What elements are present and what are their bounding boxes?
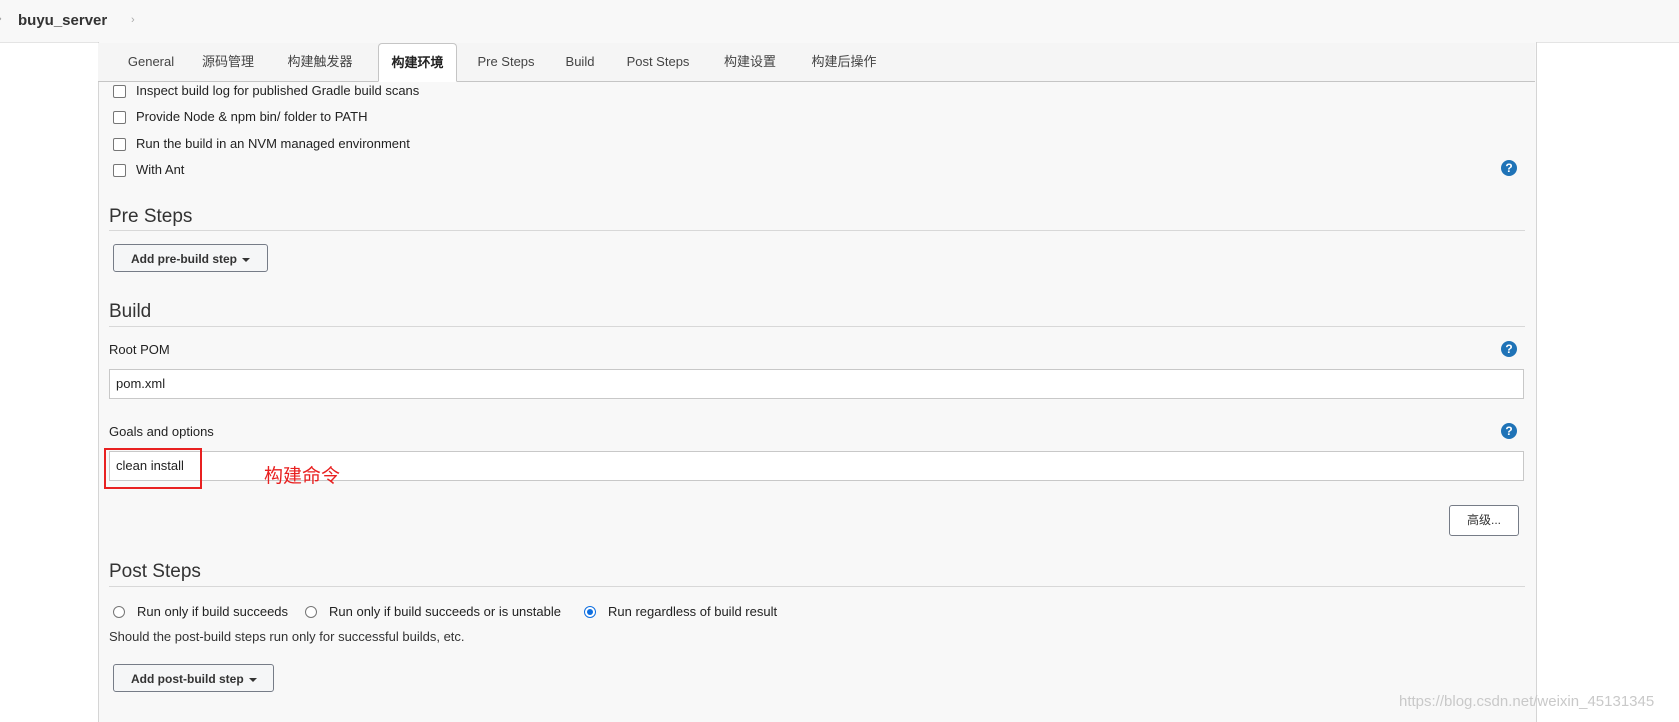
caret-down-icon xyxy=(248,677,257,682)
pre-steps-title: Pre Steps xyxy=(109,206,193,227)
checkbox[interactable] xyxy=(113,164,126,177)
button-label: Add post-build step xyxy=(131,672,244,686)
chevron-left-icon[interactable]: › xyxy=(0,13,2,25)
tab-scm[interactable]: 源码管理 xyxy=(190,43,266,80)
button-label: Add pre-build step xyxy=(131,252,237,266)
radio-button-selected[interactable] xyxy=(584,606,596,618)
chevron-right-icon[interactable]: › xyxy=(131,14,135,26)
tab-pre-steps[interactable]: Pre Steps xyxy=(464,43,548,80)
breadcrumb: › buyu_server › xyxy=(0,0,1679,43)
radio-button[interactable] xyxy=(305,606,317,618)
tab-build-environment[interactable]: 构建环境 xyxy=(378,43,457,82)
annotation-highlight-box xyxy=(104,448,202,489)
post-steps-description: Should the post-build steps run only for… xyxy=(109,629,465,644)
advanced-button[interactable]: 高级... xyxy=(1449,505,1519,536)
option-label: With Ant xyxy=(136,162,185,177)
help-icon[interactable]: ? xyxy=(1501,160,1517,176)
root-pom-input[interactable]: pom.xml xyxy=(109,369,1524,399)
help-icon[interactable]: ? xyxy=(1501,423,1517,439)
radio-label: Run only if build succeeds or is unstabl… xyxy=(329,604,561,619)
tab-general[interactable]: General xyxy=(112,43,190,80)
annotation-text: 构建命令 xyxy=(264,465,341,487)
tab-post-build-actions[interactable]: 构建后操作 xyxy=(798,43,890,80)
breadcrumb-project[interactable]: buyu_server xyxy=(18,12,107,29)
root-pom-label: Root POM xyxy=(109,342,170,357)
add-post-build-step-button[interactable]: Add post-build step xyxy=(113,664,274,692)
watermark: https://blog.csdn.net/weixin_45131345 xyxy=(1399,693,1655,710)
checkbox[interactable] xyxy=(113,85,126,98)
radio-label: Run regardless of build result xyxy=(608,604,778,619)
divider xyxy=(109,586,1525,587)
caret-down-icon xyxy=(242,257,250,262)
option-label: Run the build in an NVM managed environm… xyxy=(136,136,410,151)
config-tabbar: General 源码管理 构建触发器 构建环境 Pre Steps Build … xyxy=(98,43,1535,82)
goals-options-label: Goals and options xyxy=(109,424,214,439)
tab-build-triggers[interactable]: 构建触发器 xyxy=(274,43,366,80)
checkbox[interactable] xyxy=(113,111,126,124)
build-title: Build xyxy=(109,301,152,322)
option-label: Inspect build log for published Gradle b… xyxy=(136,83,420,98)
checkbox[interactable] xyxy=(113,138,126,151)
divider xyxy=(109,230,1525,231)
divider xyxy=(109,326,1525,327)
tab-build-settings[interactable]: 构建设置 xyxy=(710,43,790,80)
option-label: Provide Node & npm bin/ folder to PATH xyxy=(136,109,368,124)
add-pre-build-step-button[interactable]: Add pre-build step xyxy=(113,244,268,272)
tab-post-steps[interactable]: Post Steps xyxy=(614,43,702,80)
post-steps-title: Post Steps xyxy=(109,561,201,582)
radio-label: Run only if build succeeds xyxy=(137,604,289,619)
tab-build[interactable]: Build xyxy=(554,43,606,80)
help-icon[interactable]: ? xyxy=(1501,341,1517,357)
radio-button[interactable] xyxy=(113,606,125,618)
